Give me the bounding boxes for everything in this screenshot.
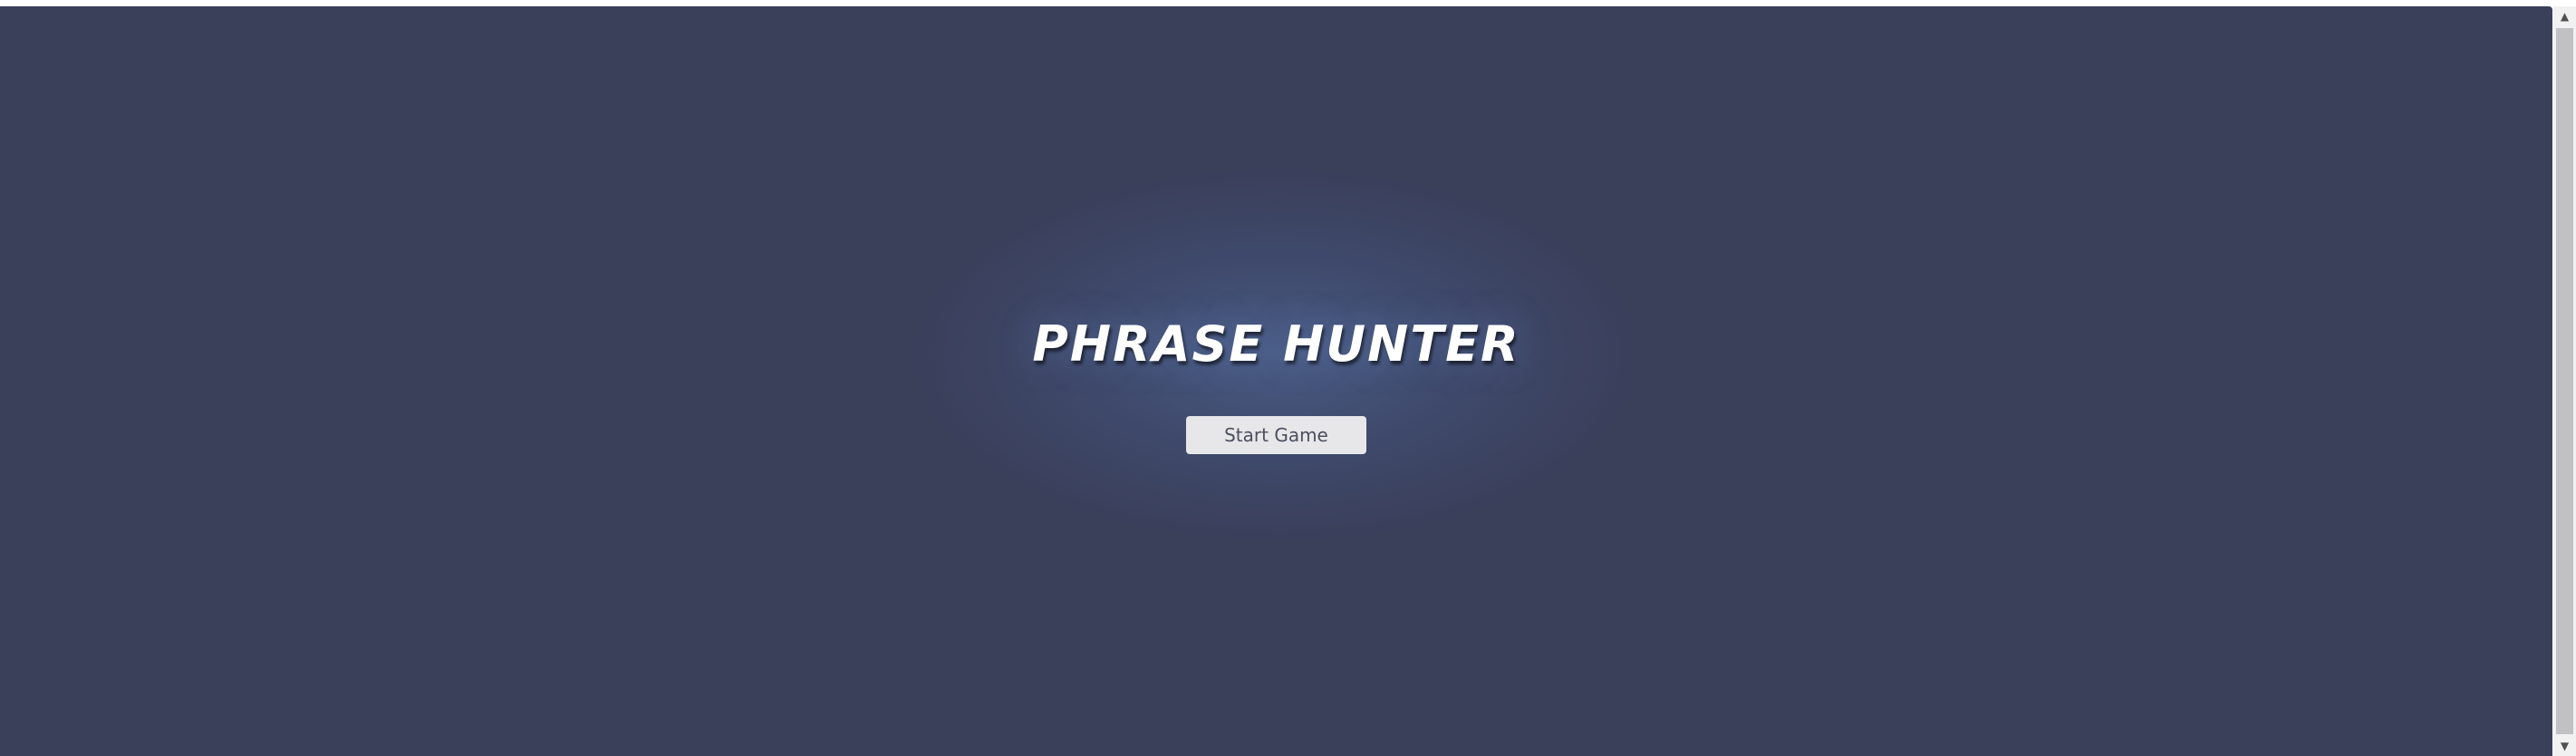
scroll-thumb[interactable] (2556, 28, 2573, 734)
scroll-down-arrow-icon[interactable]: ▼ (2553, 736, 2576, 756)
scroll-up-arrow-icon[interactable]: ▲ (2553, 6, 2576, 26)
start-game-button[interactable]: Start Game (1186, 416, 1366, 454)
game-title: PHRASE HUNTER (1032, 315, 1520, 373)
vertical-scrollbar[interactable]: ▲ ▼ (2553, 6, 2576, 756)
start-overlay: PHRASE HUNTER Start Game (0, 6, 2552, 756)
game-viewport: PHRASE HUNTER Start Game (0, 6, 2552, 756)
